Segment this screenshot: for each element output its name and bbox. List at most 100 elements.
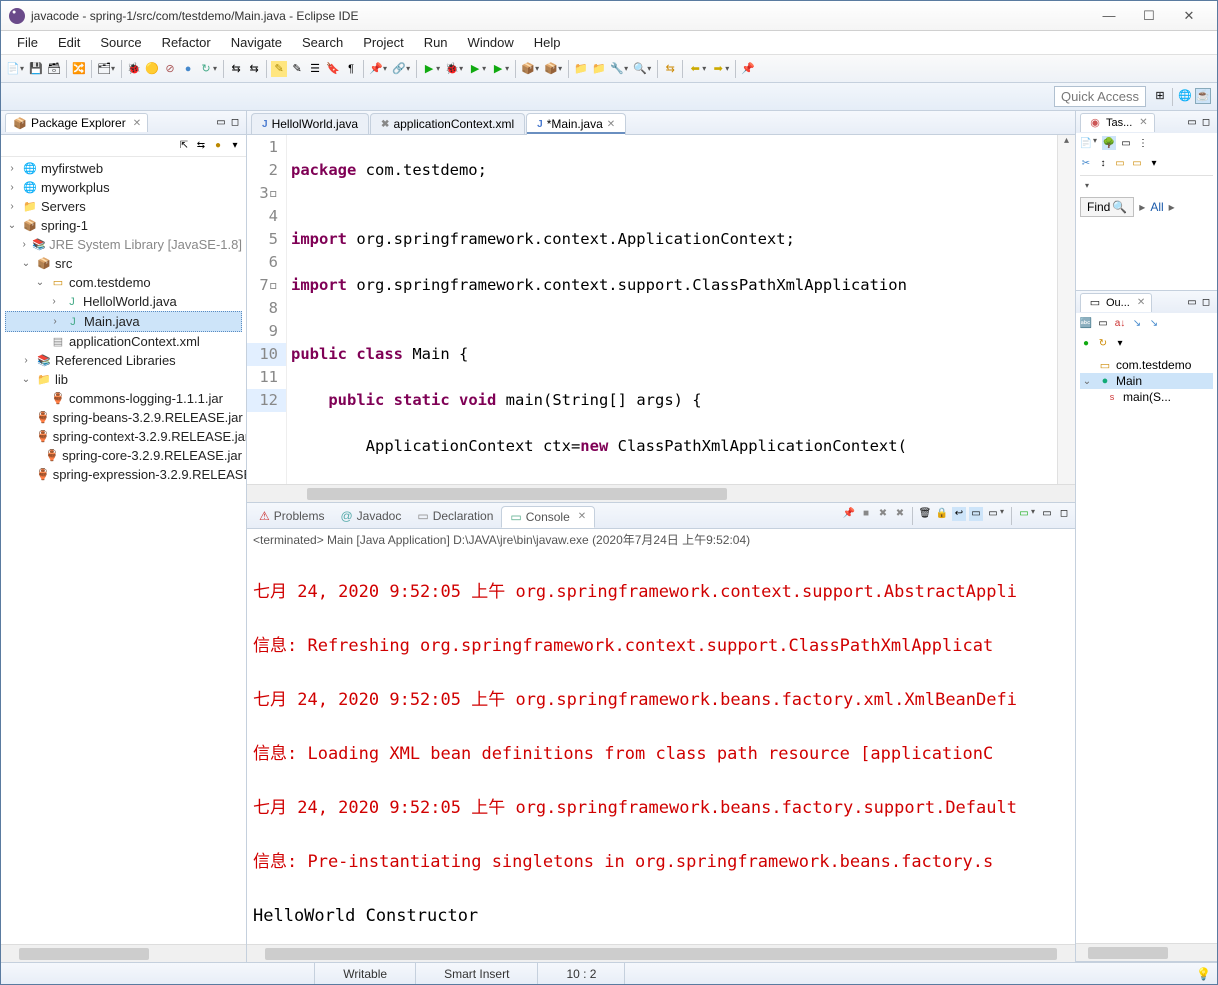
link-editor-icon[interactable]: ⇆	[194, 139, 208, 153]
outline-f2-icon[interactable]: ↘	[1130, 316, 1144, 330]
tab-helloworld[interactable]: JHellolWorld.java	[251, 113, 369, 134]
maximize-button[interactable]: ☐	[1129, 4, 1169, 28]
pkg-testdemo[interactable]: ⌄▭com.testdemo	[5, 273, 242, 292]
outline-menu-icon[interactable]: ▾	[1113, 336, 1127, 350]
tasks-f4-icon[interactable]: ▾	[1147, 156, 1161, 170]
outline-f3-icon[interactable]: ↘	[1147, 316, 1161, 330]
outline-tab[interactable]: ▭Ou...✕	[1080, 293, 1152, 312]
console-clear-icon[interactable]: 🗑	[918, 507, 932, 521]
pkg2-icon[interactable]: 📦	[543, 61, 559, 77]
search-tb-icon[interactable]: 🔍	[632, 61, 648, 77]
console-remove-icon[interactable]: ✖	[876, 507, 890, 521]
lib-commons[interactable]: 🏺commons-logging-1.1.1.jar	[5, 389, 242, 408]
code-area[interactable]: package com.testdemo; import org.springf…	[287, 135, 1057, 484]
minimize-tasks-icon[interactable]: ▭	[1185, 115, 1199, 129]
tab-appcontext[interactable]: ✖applicationContext.xml	[370, 113, 525, 134]
menu-edit[interactable]: Edit	[48, 32, 90, 53]
run-ext-icon[interactable]: ▶	[467, 61, 483, 77]
tasks-sort-icon[interactable]: ↕	[1096, 156, 1110, 170]
focus-icon[interactable]: ●	[211, 139, 225, 153]
console-new-icon[interactable]: ▭	[1017, 507, 1031, 521]
project-myfirstweb[interactable]: ›🌐myfirstweb	[5, 159, 242, 178]
quick-access-input[interactable]: Quick Access	[1054, 86, 1146, 107]
jre-library[interactable]: ›📚JRE System Library [JavaSE-1.8]	[5, 235, 242, 254]
menu-project[interactable]: Project	[353, 32, 413, 53]
close-outline-icon[interactable]: ✕	[1137, 297, 1145, 308]
collapse-all-icon[interactable]: ⇱	[177, 139, 191, 153]
save-icon[interactable]: 💾	[28, 61, 44, 77]
open-perspective-icon[interactable]: ⊞	[1152, 88, 1168, 104]
console-wrap-icon[interactable]: ↩	[952, 507, 966, 521]
outline-method[interactable]: smain(S...	[1080, 389, 1213, 405]
outline-hscroll[interactable]	[1076, 943, 1217, 961]
close-button[interactable]: ✕	[1169, 4, 1209, 28]
project-servers[interactable]: ›📁Servers	[5, 197, 242, 216]
console-output[interactable]: 七月 24, 2020 9:52:05 上午 org.springframewo…	[247, 550, 1075, 944]
menu-help[interactable]: Help	[524, 32, 571, 53]
src-folder[interactable]: ⌄📦src	[5, 254, 242, 273]
console-hscroll[interactable]	[247, 944, 1075, 962]
all-link[interactable]: All	[1150, 200, 1163, 214]
folder-icon[interactable]: 📁	[573, 61, 589, 77]
outline-f1-icon[interactable]: ▭	[1096, 316, 1110, 330]
view-menu-icon[interactable]: ▾	[228, 139, 242, 153]
outline-class[interactable]: ⌄●Main	[1080, 373, 1213, 389]
tab-console[interactable]: ▭Console✕	[501, 506, 595, 528]
pkg-icon[interactable]: 📦	[520, 61, 536, 77]
mark-icon[interactable]: ¶	[343, 61, 359, 77]
lib-folder[interactable]: ⌄📁lib	[5, 370, 242, 389]
outline-pkg[interactable]: ▭com.testdemo	[1080, 357, 1213, 373]
bp-icon[interactable]: ●	[180, 61, 196, 77]
console-pin-icon[interactable]: 📌	[842, 507, 856, 521]
tip-bulb-icon[interactable]: 💡	[1196, 967, 1211, 981]
coverage-icon[interactable]: 🟡	[144, 61, 160, 77]
menu-refactor[interactable]: Refactor	[152, 32, 221, 53]
minimize-bottom-icon[interactable]: ▭	[1040, 507, 1054, 521]
tab-main[interactable]: J*Main.java✕	[526, 113, 626, 134]
outline-o2-icon[interactable]: ↻	[1096, 336, 1110, 350]
menu-run[interactable]: Run	[414, 32, 458, 53]
menu-file[interactable]: File	[7, 32, 48, 53]
tasks-cat-icon[interactable]: ▭	[1119, 136, 1133, 150]
tasks-new-icon[interactable]: 📄	[1079, 136, 1093, 150]
outline-o1-icon[interactable]: ●	[1079, 336, 1093, 350]
console-stop-icon[interactable]: ■	[859, 507, 873, 521]
highlight-icon[interactable]: ✎	[271, 61, 287, 77]
pin2-icon[interactable]: 📌	[740, 61, 756, 77]
link-icon[interactable]: 🔗	[391, 61, 407, 77]
debug-icon[interactable]: 🐞	[126, 61, 142, 77]
menu-navigate[interactable]: Navigate	[221, 32, 292, 53]
maximize-tasks-icon[interactable]: ◻	[1199, 115, 1213, 129]
editor-overview[interactable]: ▴	[1057, 135, 1075, 484]
file-appcontext[interactable]: ▤applicationContext.xml	[5, 332, 242, 351]
lib-expression[interactable]: 🏺spring-expression-3.2.9.RELEASE.jar	[5, 465, 242, 484]
block-icon[interactable]: ☰	[307, 61, 323, 77]
maximize-view-icon[interactable]: ◻	[228, 116, 242, 130]
file-main[interactable]: ›JMain.java	[5, 311, 242, 332]
lib-core[interactable]: 🏺spring-core-3.2.9.RELEASE.jar	[5, 446, 242, 465]
tab-declaration[interactable]: ▭Declaration	[409, 506, 501, 526]
tasks-f2-icon[interactable]: ▭	[1113, 156, 1127, 170]
editor-hscroll[interactable]	[247, 484, 1075, 502]
refresh-icon[interactable]: ↻	[198, 61, 214, 77]
tasks-tab[interactable]: ◉Tas...✕	[1080, 113, 1155, 132]
sync2-icon[interactable]: ⇆	[246, 61, 262, 77]
skip-icon[interactable]: ⊘	[162, 61, 178, 77]
pin-icon[interactable]: 📌	[368, 61, 384, 77]
tasks-filter-icon[interactable]: ✂	[1079, 156, 1093, 170]
outline-az-icon[interactable]: a↓	[1113, 316, 1127, 330]
outline-sort-icon[interactable]: 🔤	[1079, 316, 1093, 330]
menu-source[interactable]: Source	[90, 32, 151, 53]
maximize-outline-icon[interactable]: ◻	[1199, 295, 1213, 309]
pkg-explorer-hscroll[interactable]	[1, 944, 246, 962]
menu-window[interactable]: Window	[458, 32, 524, 53]
console-removeall-icon[interactable]: ✖	[893, 507, 907, 521]
sync-icon[interactable]: ⇆	[228, 61, 244, 77]
project-spring1[interactable]: ⌄📦spring-1	[5, 216, 242, 235]
lib-context[interactable]: 🏺spring-context-3.2.9.RELEASE.jar	[5, 427, 242, 446]
switch-icon[interactable]: 🔀	[71, 61, 87, 77]
editor[interactable]: 123▫4567▫89101112 package com.testdemo; …	[247, 135, 1075, 484]
tab-problems[interactable]: ⚠Problems	[251, 506, 332, 526]
javaee-perspective-icon[interactable]: ☕	[1195, 88, 1211, 104]
maximize-bottom-icon[interactable]: ◻	[1057, 507, 1071, 521]
